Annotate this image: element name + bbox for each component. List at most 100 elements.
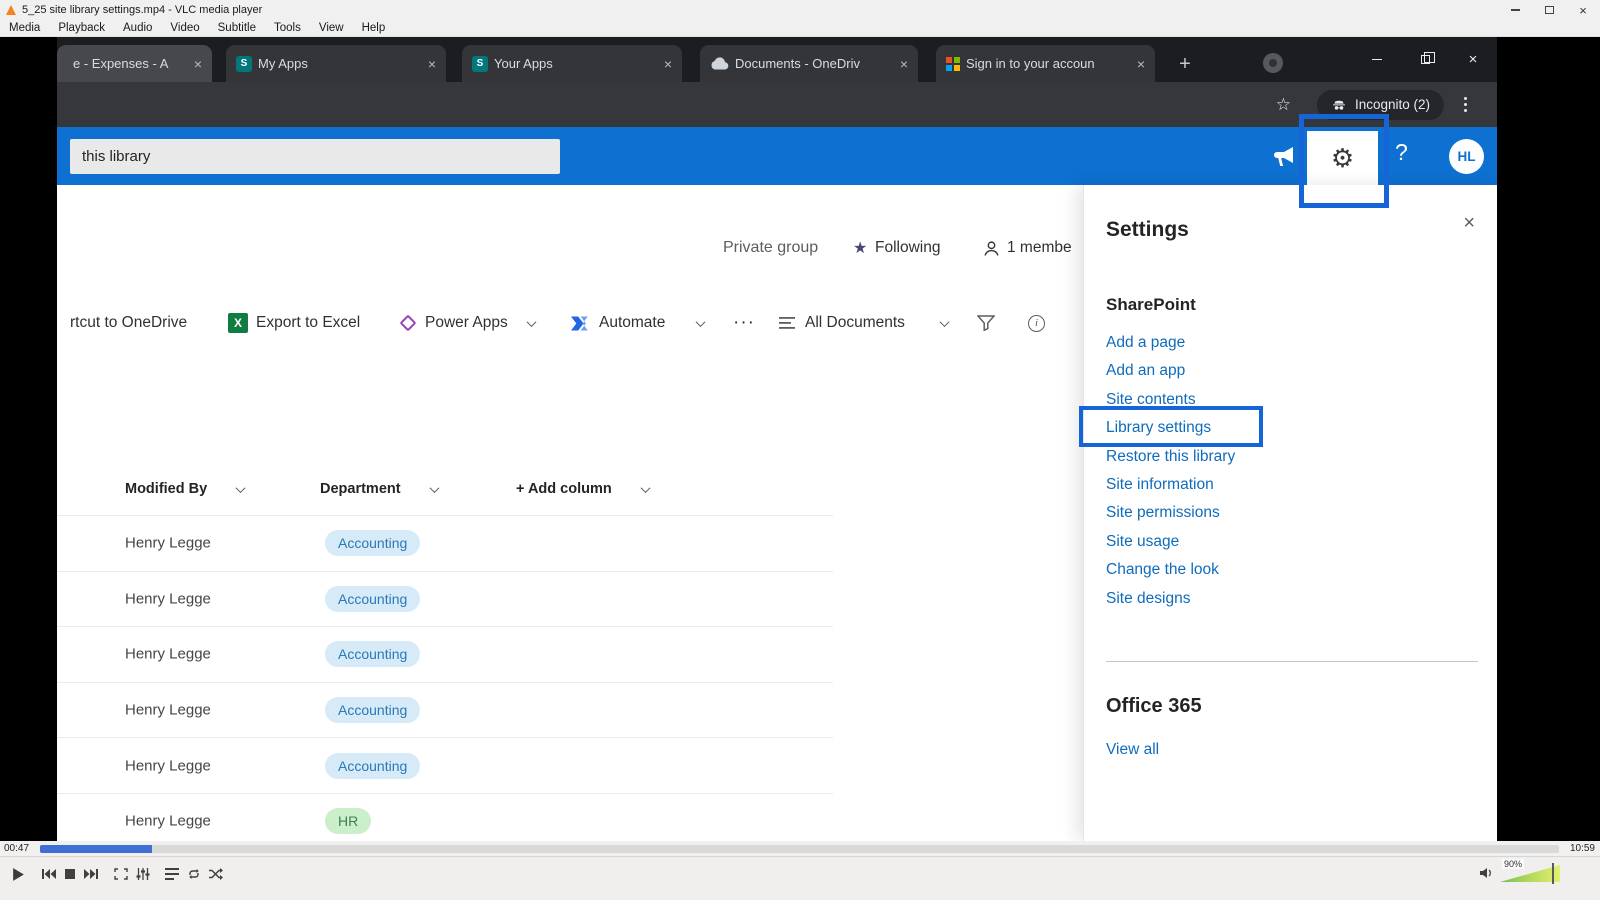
vlc-window-title: 5_25 site library settings.mp4 - VLC med… — [22, 4, 263, 16]
settings-link-library-settings[interactable]: Library settings — [1106, 414, 1476, 442]
extended-settings-button[interactable] — [132, 862, 154, 886]
avatar[interactable]: HL — [1449, 139, 1484, 174]
menu-help[interactable]: Help — [353, 22, 395, 34]
power-apps-label: Power Apps — [425, 314, 508, 331]
incognito-icon — [1331, 97, 1347, 113]
help-button[interactable]: ? — [1395, 139, 1408, 166]
shuffle-button[interactable] — [205, 862, 227, 886]
filter-button[interactable] — [977, 308, 995, 338]
playlist-button[interactable] — [161, 862, 183, 886]
tab-title: Your Apps — [494, 56, 553, 71]
add-shortcut-button[interactable]: rtcut to OneDrive — [70, 308, 187, 338]
members-count[interactable]: 1 membe — [1007, 237, 1072, 259]
vlc-close-button[interactable]: × — [1566, 0, 1600, 20]
kebab-menu-icon[interactable] — [1460, 93, 1471, 116]
megaphone-icon[interactable] — [1272, 146, 1297, 168]
vlc-minimize-button[interactable] — [1498, 0, 1532, 20]
members-icon — [983, 237, 1000, 259]
settings-link-site-designs[interactable]: Site designs — [1106, 585, 1476, 613]
vlc-cone-icon — [6, 5, 16, 15]
chevron-down-icon — [939, 316, 950, 327]
column-label: + Add column — [516, 481, 612, 497]
following-button[interactable]: Following — [875, 237, 940, 259]
settings-link-site-information[interactable]: Site information — [1106, 471, 1476, 499]
vlc-window: 5_25 site library settings.mp4 - VLC med… — [0, 0, 1600, 900]
office365-section-header: Office 365 — [1106, 695, 1202, 717]
bookmark-star-icon[interactable]: ☆ — [1276, 95, 1291, 115]
tab-your-apps[interactable]: S Your Apps × — [462, 45, 682, 82]
fullscreen-button[interactable] — [110, 862, 132, 886]
speaker-icon[interactable] — [1480, 867, 1494, 879]
settings-link-add-a-page[interactable]: Add a page — [1106, 329, 1476, 357]
next-button[interactable] — [80, 862, 102, 886]
tab-expenses[interactable]: e - Expenses - A × — [57, 45, 212, 82]
info-button[interactable]: i — [1028, 308, 1045, 338]
chrome-circle-button[interactable] — [1263, 53, 1283, 73]
tab-close-icon[interactable]: × — [900, 57, 908, 71]
column-header-department[interactable]: Department — [320, 475, 440, 503]
settings-link-add-an-app[interactable]: Add an app — [1106, 357, 1476, 385]
table-row[interactable]: Henry Legge Accounting — [57, 627, 833, 683]
browser-minimize-button[interactable] — [1353, 37, 1401, 82]
table-row[interactable]: Henry Legge Accounting — [57, 738, 833, 794]
previous-button[interactable] — [38, 862, 60, 886]
settings-link-site-contents[interactable]: Site contents — [1106, 386, 1476, 414]
table-row[interactable]: Henry Legge HR — [57, 794, 833, 841]
export-label: Export to Excel — [256, 314, 361, 331]
tab-close-icon[interactable]: × — [664, 57, 672, 71]
settings-link-change-the-look[interactable]: Change the look — [1106, 556, 1476, 584]
export-to-excel-button[interactable]: X Export to Excel — [228, 308, 360, 338]
vlc-menubar: Media Playback Audio Video Subtitle Tool… — [0, 20, 1600, 37]
new-tab-button[interactable]: + — [1173, 54, 1197, 74]
tab-close-icon[interactable]: × — [1137, 57, 1145, 71]
panel-close-icon[interactable]: × — [1463, 213, 1475, 233]
document-list: Henry Legge Accounting Henry Legge Accou… — [57, 515, 833, 841]
seek-progress — [40, 844, 153, 853]
settings-link-view-all[interactable]: View all — [1106, 741, 1159, 759]
settings-gear-button[interactable]: ⚙ — [1307, 131, 1378, 186]
browser-restore-button[interactable] — [1401, 37, 1449, 82]
menu-media[interactable]: Media — [0, 22, 49, 34]
menu-video[interactable]: Video — [161, 22, 208, 34]
modified-by-cell: Henry Legge — [125, 757, 211, 775]
sharepoint-suitebar: ⚙ ? HL — [57, 127, 1497, 186]
search-input[interactable] — [70, 139, 560, 174]
table-row[interactable]: Henry Legge Accounting — [57, 683, 833, 739]
seek-slider[interactable] — [40, 844, 1559, 853]
loop-button[interactable] — [183, 862, 205, 886]
view-selector-button[interactable]: All Documents — [779, 308, 950, 338]
tab-onedrive[interactable]: Documents - OneDriv × — [700, 45, 918, 82]
settings-link-restore-this-library[interactable]: Restore this library — [1106, 443, 1476, 471]
menu-view[interactable]: View — [310, 22, 353, 34]
column-label: Department — [320, 481, 401, 497]
minimize-icon — [1372, 58, 1382, 61]
column-header-modified-by[interactable]: Modified By — [125, 475, 246, 503]
menu-audio[interactable]: Audio — [114, 22, 161, 34]
more-commands-button[interactable]: ··· — [733, 308, 755, 338]
browser-close-button[interactable]: × — [1449, 37, 1497, 82]
chevron-down-icon — [429, 482, 440, 493]
table-row[interactable]: Henry Legge Accounting — [57, 572, 833, 628]
menu-subtitle[interactable]: Subtitle — [209, 22, 265, 34]
settings-link-site-permissions[interactable]: Site permissions — [1106, 499, 1476, 527]
menu-tools[interactable]: Tools — [265, 22, 310, 34]
department-badge: Accounting — [325, 530, 421, 557]
table-row[interactable]: Henry Legge Accounting — [57, 516, 833, 572]
automate-button[interactable]: Automate — [571, 308, 706, 338]
tab-sign-in[interactable]: Sign in to your accoun × — [936, 45, 1155, 82]
gear-icon: ⚙ — [1330, 143, 1355, 173]
incognito-badge[interactable]: Incognito (2) — [1316, 89, 1444, 120]
menu-playback[interactable]: Playback — [49, 22, 114, 34]
video-display-area[interactable]: e - Expenses - A × S My Apps × S Your Ap… — [0, 37, 1600, 841]
vlc-restore-button[interactable] — [1532, 0, 1566, 20]
play-button[interactable] — [5, 862, 31, 886]
tab-my-apps[interactable]: S My Apps × — [226, 45, 446, 82]
settings-link-site-usage[interactable]: Site usage — [1106, 528, 1476, 556]
stop-button[interactable] — [59, 862, 81, 886]
tab-close-icon[interactable]: × — [428, 57, 436, 71]
power-apps-button[interactable]: Power Apps — [399, 308, 537, 338]
tab-title: e - Expenses - A — [73, 56, 169, 71]
column-header-add-column[interactable]: + Add column — [516, 475, 651, 503]
tab-close-icon[interactable]: × — [194, 57, 202, 71]
close-icon: × — [1468, 51, 1478, 68]
